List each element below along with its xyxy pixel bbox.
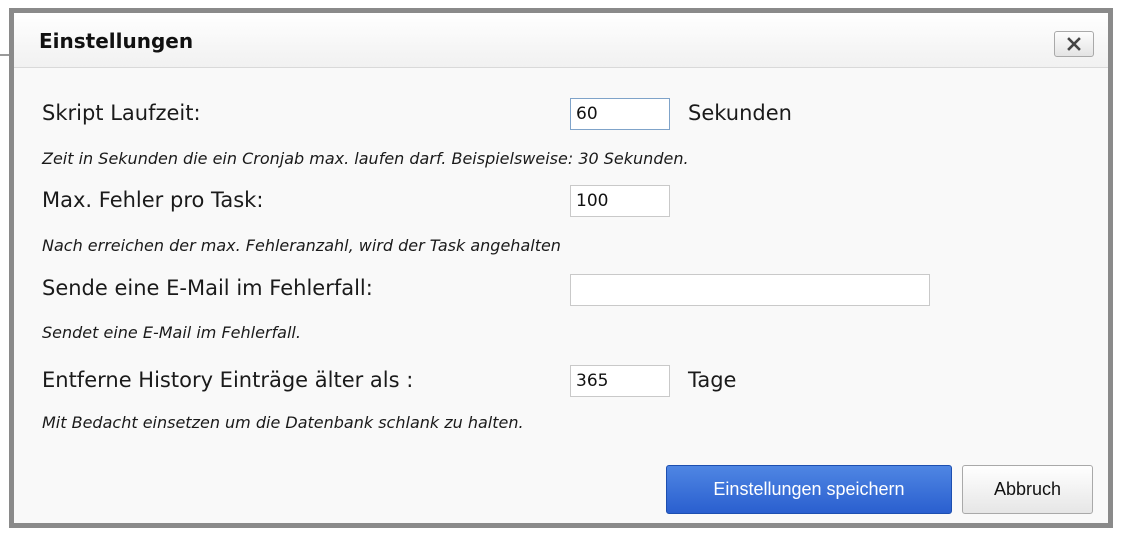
dialog-titlebar: Einstellungen [14, 13, 1108, 68]
max-errors-label: Max. Fehler pro Task: [42, 188, 264, 212]
settings-dialog: Einstellungen Skript Laufzeit: Sekunden … [9, 8, 1113, 528]
script-runtime-input[interactable] [570, 98, 670, 130]
dialog-title: Einstellungen [39, 29, 194, 53]
close-button[interactable] [1054, 31, 1094, 57]
history-cleanup-unit: Tage [688, 368, 737, 392]
history-cleanup-label: Entferne History Einträge älter als : [42, 368, 414, 392]
script-runtime-hint: Zeit in Sekunden die ein Cronjab max. la… [42, 149, 689, 168]
history-cleanup-input[interactable] [570, 365, 670, 397]
error-email-input[interactable] [570, 274, 930, 306]
history-cleanup-hint: Mit Bedacht einsetzen um die Datenbank s… [42, 413, 524, 432]
script-runtime-label: Skript Laufzeit: [42, 101, 201, 125]
error-email-label: Sende eine E-Mail im Fehlerfall: [42, 276, 373, 300]
cancel-button[interactable]: Abbruch [962, 465, 1093, 514]
script-runtime-unit: Sekunden [688, 101, 792, 125]
max-errors-hint: Nach erreichen der max. Fehleranzahl, wi… [42, 236, 561, 255]
max-errors-input[interactable] [570, 185, 670, 217]
close-icon [1067, 37, 1081, 51]
error-email-hint: Sendet eine E-Mail im Fehlerfall. [42, 323, 301, 342]
save-settings-button[interactable]: Einstellungen speichern [666, 465, 952, 514]
